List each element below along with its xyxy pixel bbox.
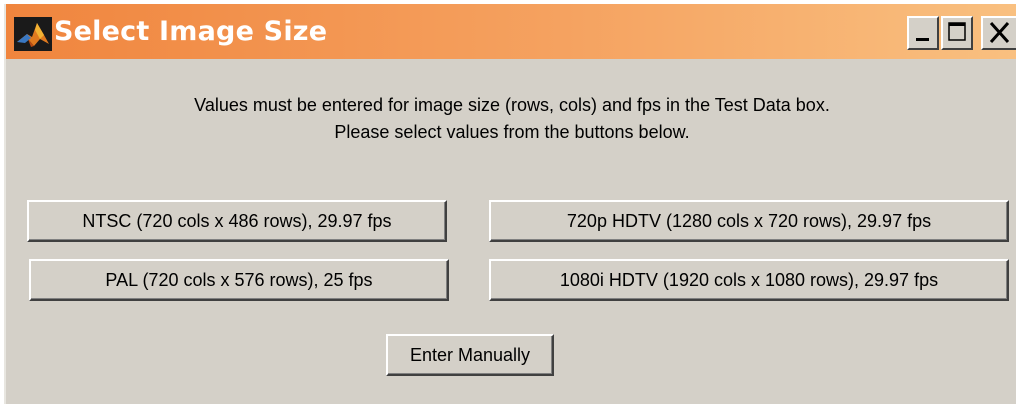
- enter-manually-button[interactable]: Enter Manually: [386, 334, 554, 376]
- close-icon: [989, 21, 1010, 44]
- title-bar[interactable]: Select Image Size: [6, 4, 1016, 59]
- matlab-logo-icon: [14, 17, 52, 51]
- hdtv-720p-button[interactable]: 720p HDTV (1280 cols x 720 rows), 29.97 …: [489, 200, 1009, 242]
- maximize-button[interactable]: [941, 16, 973, 50]
- minimize-icon: [916, 38, 929, 41]
- hdtv-1080i-button[interactable]: 1080i HDTV (1920 cols x 1080 rows), 29.9…: [489, 259, 1009, 301]
- close-button[interactable]: [981, 16, 1016, 50]
- instruction-text-line-2: Please select values from the buttons be…: [334, 122, 690, 142]
- instruction-text-line-1: Values must be entered for image size (r…: [194, 95, 830, 115]
- maximize-icon: [948, 22, 966, 41]
- ntsc-button[interactable]: NTSC (720 cols x 486 rows), 29.97 fps: [27, 200, 447, 242]
- select-image-size-dialog: Select Image Size Values must be entered…: [4, 4, 1016, 404]
- minimize-button[interactable]: [907, 16, 939, 50]
- pal-button[interactable]: PAL (720 cols x 576 rows), 25 fps: [29, 259, 449, 301]
- window-title: Select Image Size: [54, 16, 328, 47]
